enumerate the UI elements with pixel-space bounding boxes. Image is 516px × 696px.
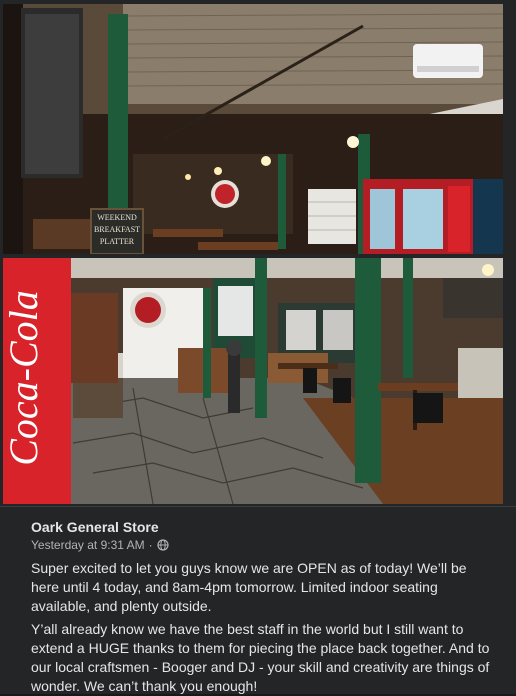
svg-text:PLATTER: PLATTER <box>100 237 135 246</box>
post-timestamp-link[interactable]: Yesterday at 9:31 AM <box>31 538 145 552</box>
svg-text:Coca-Cola: Coca-Cola <box>3 290 46 466</box>
interior-illustration-top: WEEKEND BREAKFAST PLATTER <box>3 4 503 254</box>
svg-text:WEEKEND: WEEKEND <box>97 213 137 222</box>
post-paragraph: Super excited to let you guys know we ar… <box>31 560 467 614</box>
post-paragraph: Y’all already know we have the best staf… <box>31 621 490 694</box>
globe-icon[interactable] <box>157 539 169 551</box>
interior-illustration-bottom: Coca-Cola <box>3 258 503 504</box>
store-interior-photo-top[interactable]: WEEKEND BREAKFAST PLATTER <box>3 4 503 254</box>
svg-text:BREAKFAST: BREAKFAST <box>94 225 140 234</box>
meta-separator: · <box>148 538 153 552</box>
facebook-post: WEEKEND BREAKFAST PLATTER Coca-Cola Oark… <box>0 0 516 694</box>
post-meta: Yesterday at 9:31 AM · <box>31 538 169 552</box>
page-name-link[interactable]: Oark General Store <box>31 519 159 535</box>
green-beam <box>355 258 381 483</box>
store-interior-photo-bottom[interactable]: Coca-Cola <box>3 258 503 504</box>
post-body: Oark General Store Yesterday at 9:31 AM … <box>0 506 516 694</box>
